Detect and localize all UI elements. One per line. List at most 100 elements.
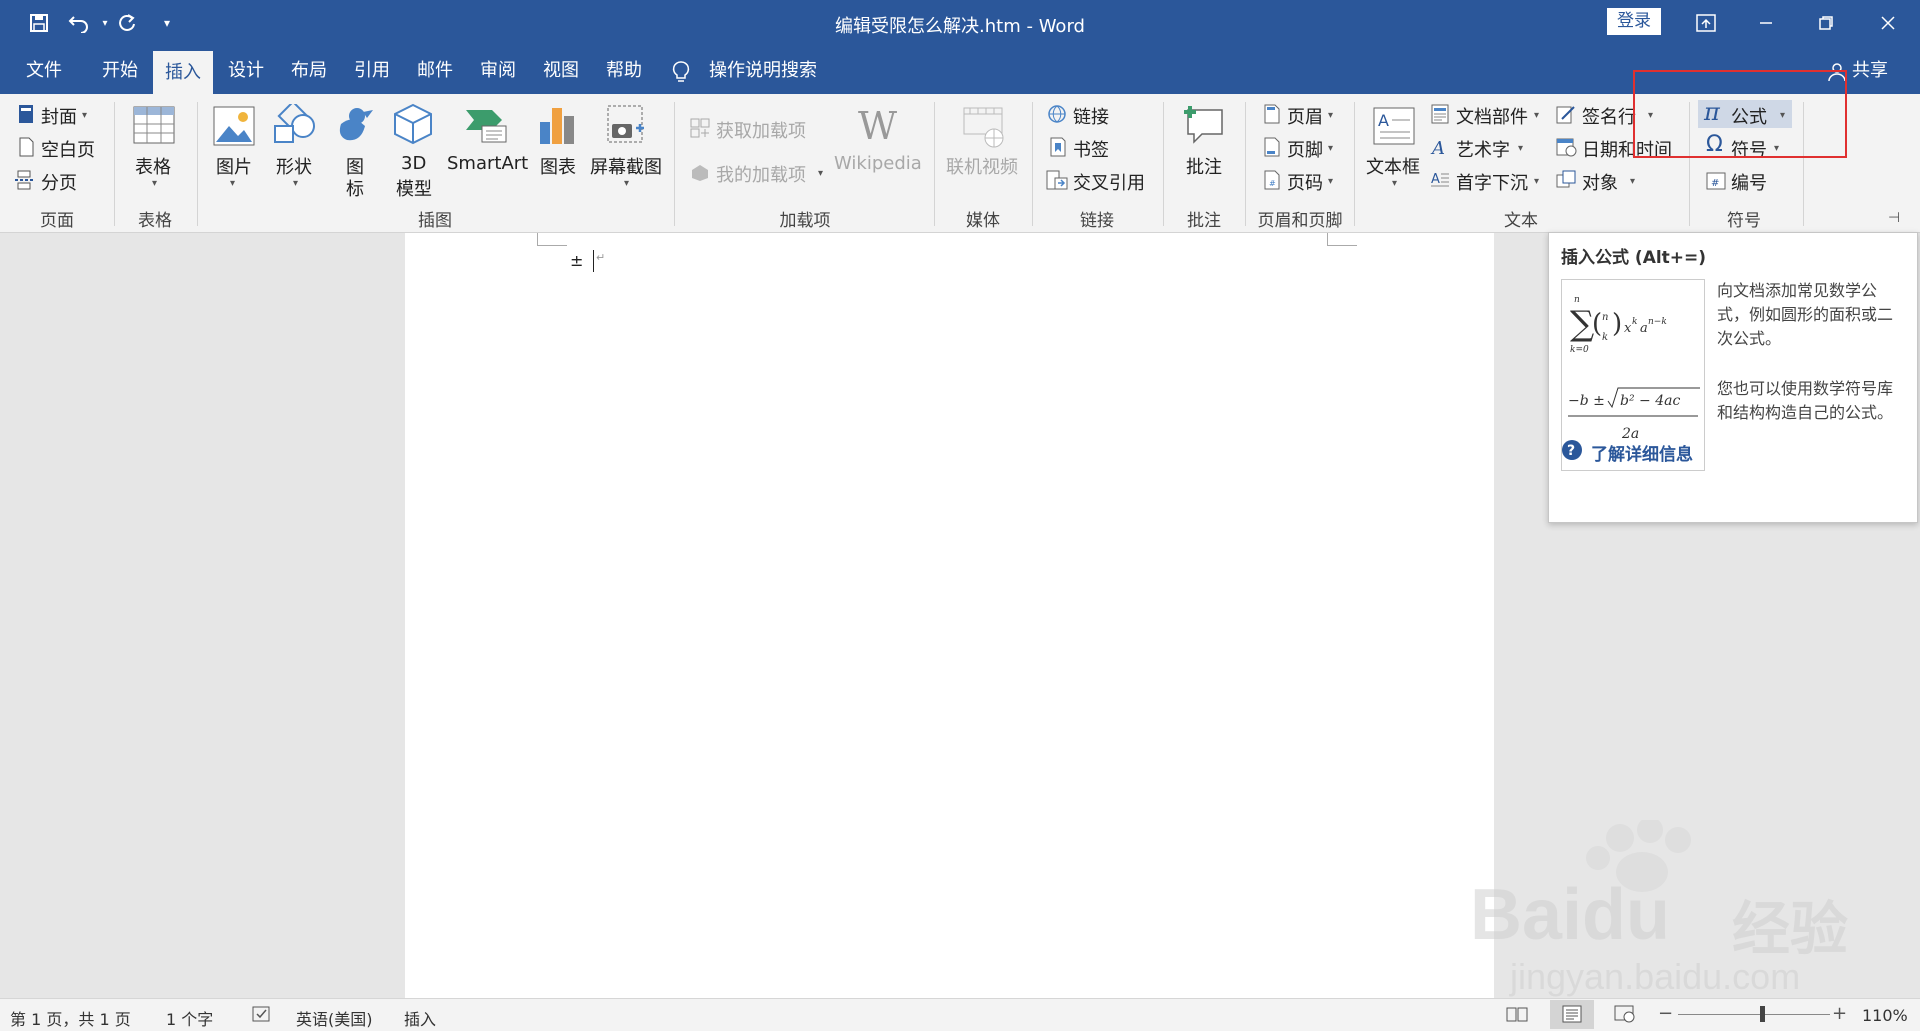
- comment-button[interactable]: 批注: [1186, 153, 1222, 179]
- svg-text:∑: ∑: [1570, 304, 1594, 344]
- cross-reference-button[interactable]: 交叉引用: [1073, 169, 1145, 195]
- insert-mode[interactable]: 插入: [404, 1006, 436, 1030]
- number-button[interactable]: 编号: [1731, 169, 1767, 195]
- share-button[interactable]: 共享: [1852, 48, 1888, 94]
- pin-ribbon-icon[interactable]: ⊣: [1888, 210, 1900, 226]
- ribbon-display-icon[interactable]: [1684, 6, 1728, 40]
- 3d-model-button-line2[interactable]: 模型: [396, 175, 432, 201]
- drop-cap-button[interactable]: 首字下沉: [1456, 169, 1528, 195]
- chevron-down-icon[interactable]: ▾: [1534, 110, 1539, 121]
- chevron-down-icon[interactable]: ▾: [1328, 110, 1333, 121]
- chevron-down-icon[interactable]: ▾: [1328, 176, 1333, 187]
- 3d-model-button[interactable]: 3D: [401, 153, 426, 174]
- tab-mailings[interactable]: 邮件: [407, 48, 463, 94]
- baidu-watermark: Baidu 经验 jingyan.baidu.com: [1470, 817, 1890, 1000]
- tab-file[interactable]: 文件: [14, 48, 74, 94]
- screenshot-button[interactable]: 屏幕截图: [590, 153, 662, 179]
- icons-button-line2[interactable]: 标: [346, 175, 364, 201]
- watermark-brand: Baidu: [1470, 875, 1671, 955]
- word-count[interactable]: 1 个字: [166, 1006, 213, 1030]
- link-button[interactable]: 链接: [1073, 103, 1109, 129]
- chevron-down-icon[interactable]: ▾: [152, 178, 157, 189]
- header-button[interactable]: 页眉: [1287, 103, 1323, 129]
- group-label-symbols: 符号: [1727, 211, 1761, 231]
- language[interactable]: 英语(美国): [296, 1006, 373, 1030]
- pictures-button[interactable]: 图片: [216, 153, 252, 179]
- tab-help[interactable]: 帮助: [596, 48, 652, 94]
- chevron-down-icon[interactable]: ▾: [82, 110, 87, 121]
- chevron-down-icon[interactable]: ▾: [1518, 143, 1523, 154]
- my-addins-button[interactable]: 我的加载项: [716, 161, 806, 187]
- print-layout-icon[interactable]: [1561, 1005, 1583, 1027]
- wikipedia-w-icon: W: [858, 104, 898, 148]
- chevron-down-icon[interactable]: ▾: [818, 168, 823, 179]
- tab-view[interactable]: 视图: [533, 48, 589, 94]
- chevron-down-icon[interactable]: ▾: [1534, 176, 1539, 187]
- tab-home[interactable]: 开始: [92, 48, 148, 94]
- wordart-button[interactable]: 艺术字: [1456, 136, 1510, 162]
- page-number-button[interactable]: 页码: [1287, 169, 1323, 195]
- chart-button[interactable]: 图表: [540, 153, 576, 179]
- tab-references[interactable]: 引用: [344, 48, 400, 94]
- tab-layout[interactable]: 布局: [281, 48, 337, 94]
- object-button[interactable]: 对象: [1582, 169, 1618, 195]
- chevron-down-icon[interactable]: ▾: [1328, 143, 1333, 154]
- tab-review[interactable]: 审阅: [470, 48, 526, 94]
- page-number-icon: #: [1262, 170, 1282, 190]
- page-count[interactable]: 第 1 页，共 1 页: [10, 1006, 131, 1030]
- smartart-icon: [462, 106, 508, 151]
- cover-page-button[interactable]: 封面: [41, 103, 77, 129]
- learn-more-link[interactable]: 了解详细信息: [1591, 440, 1693, 465]
- blank-page-icon: [16, 137, 36, 157]
- watermark-cn: 经验: [1732, 895, 1849, 963]
- zoom-slider-thumb[interactable]: [1759, 1006, 1765, 1022]
- web-layout-icon[interactable]: [1614, 1005, 1636, 1027]
- chevron-down-icon[interactable]: ▾: [1630, 176, 1635, 187]
- online-video-icon: [962, 106, 1006, 153]
- chevron-down-icon[interactable]: ▾: [230, 178, 235, 189]
- object-icon: [1556, 170, 1576, 190]
- login-button[interactable]: 登录: [1607, 8, 1661, 35]
- cross-reference-icon: [1046, 170, 1068, 190]
- blank-page-button[interactable]: 空白页: [41, 136, 95, 162]
- tell-me-search[interactable]: 操作说明搜索: [709, 48, 817, 94]
- margin-mark: [1327, 233, 1328, 245]
- close-icon[interactable]: [1866, 6, 1910, 40]
- chevron-down-icon[interactable]: ▾: [1392, 178, 1397, 189]
- read-mode-icon[interactable]: [1506, 1005, 1528, 1027]
- group-separator: [674, 102, 675, 226]
- zoom-level[interactable]: 110%: [1862, 1006, 1908, 1025]
- date-time-icon: [1556, 137, 1577, 157]
- store-icon: [690, 118, 710, 138]
- signature-line-button[interactable]: 签名行: [1582, 103, 1636, 129]
- svg-text:a: a: [1640, 321, 1648, 336]
- svg-text:x: x: [1624, 321, 1632, 336]
- shapes-button[interactable]: 形状: [276, 153, 312, 179]
- restore-icon[interactable]: [1804, 6, 1848, 40]
- footer-button[interactable]: 页脚: [1287, 136, 1323, 162]
- get-addins-button[interactable]: 获取加载项: [716, 117, 806, 143]
- bookmark-button[interactable]: 书签: [1073, 136, 1109, 162]
- svg-text:A: A: [1378, 111, 1389, 130]
- text-cursor: [593, 250, 594, 272]
- chevron-down-icon[interactable]: ▾: [293, 178, 298, 189]
- link-icon: [1046, 104, 1066, 124]
- page-break-button[interactable]: 分页: [41, 169, 77, 195]
- tab-insert[interactable]: 插入: [153, 51, 213, 94]
- zoom-slider[interactable]: [1678, 1014, 1830, 1015]
- minimize-icon[interactable]: [1744, 6, 1788, 40]
- smartart-button[interactable]: SmartArt: [447, 153, 528, 174]
- zoom-out-icon[interactable]: −: [1658, 1003, 1673, 1024]
- quick-parts-button[interactable]: 文档部件: [1456, 103, 1528, 129]
- proofing-icon[interactable]: [252, 1005, 272, 1027]
- textbox-button[interactable]: 文本框: [1366, 153, 1420, 179]
- document-page[interactable]: ± ↵: [405, 233, 1494, 998]
- table-button[interactable]: 表格: [135, 153, 171, 179]
- chevron-down-icon[interactable]: ▾: [624, 178, 629, 189]
- comment-icon: [1180, 104, 1226, 153]
- zoom-in-icon[interactable]: +: [1832, 1003, 1847, 1024]
- margin-mark: [537, 233, 538, 245]
- online-video-button[interactable]: 联机视频: [946, 153, 1018, 179]
- tab-design[interactable]: 设计: [218, 48, 274, 94]
- wikipedia-button[interactable]: Wikipedia: [834, 153, 922, 174]
